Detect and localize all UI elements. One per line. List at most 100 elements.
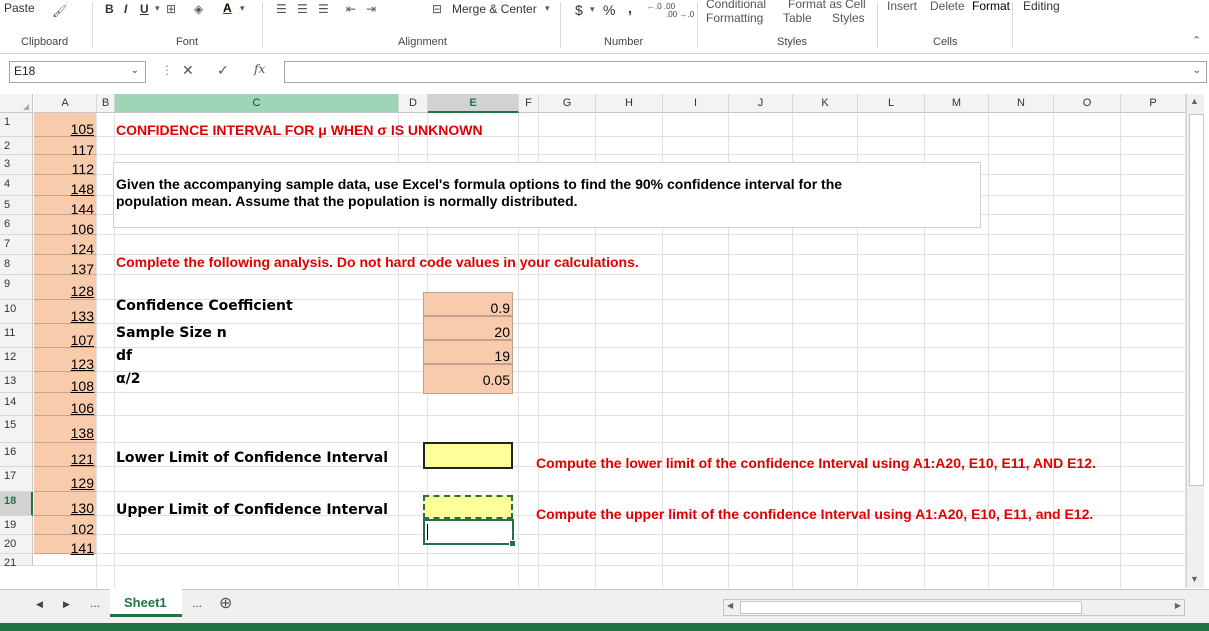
vertical-scroll-thumb[interactable] (1189, 114, 1204, 486)
cell-e12[interactable]: 0.05 (423, 364, 513, 394)
column-header-k[interactable]: K (793, 94, 858, 113)
align-left-icon[interactable]: ☰ (276, 2, 287, 16)
insert-function-icon[interactable]: fx (254, 62, 265, 76)
row-header-6[interactable]: 6 (0, 215, 33, 235)
cell-a7[interactable]: 124 (34, 235, 96, 257)
chevron-down-icon[interactable]: ▾ (590, 4, 595, 15)
chevron-down-icon[interactable]: ▾ (240, 3, 245, 14)
worksheet-grid[interactable]: ◢ ABCDEFGHIJKLMNOP 1 2 3 4 5 6 7 8 9 10 11 12 13 14 15… (0, 94, 1186, 588)
column-header-m[interactable]: M (925, 94, 989, 113)
column-header-d[interactable]: D (399, 94, 428, 113)
conditional-formatting-label1[interactable]: Conditional (706, 0, 766, 11)
cell-a17[interactable]: 129 (34, 467, 96, 492)
decrease-indent-icon[interactable]: ⇤ (346, 2, 356, 16)
column-header-f[interactable]: F (519, 94, 539, 113)
row-header-12[interactable]: 12 (0, 348, 33, 372)
column-header-p[interactable]: P (1121, 94, 1186, 113)
horizontal-scroll-thumb[interactable] (740, 601, 1082, 614)
percent-button[interactable]: % (603, 2, 615, 18)
column-header-j[interactable]: J (729, 94, 793, 113)
cell-a16[interactable]: 121 (34, 443, 96, 467)
merge-center-button[interactable]: Merge & Center (452, 2, 537, 16)
row-header-1[interactable]: 1 (0, 113, 33, 137)
horizontal-scrollbar[interactable]: ◀ ▶ (723, 599, 1185, 616)
row-header-20[interactable]: 20 (0, 535, 33, 554)
cell-a4[interactable]: 148 (34, 175, 96, 197)
delete-button[interactable]: Delete (930, 0, 965, 13)
align-right-icon[interactable]: ☰ (318, 2, 329, 16)
insert-button[interactable]: Insert (887, 0, 917, 13)
scroll-down-icon[interactable]: ▼ (1190, 574, 1199, 584)
column-header-c[interactable]: C (115, 94, 399, 113)
row-header-3[interactable]: 3 (0, 155, 33, 175)
cell-a15[interactable]: 138 (34, 416, 96, 443)
cell-e9[interactable]: 0.9 (423, 292, 513, 316)
column-header-e[interactable]: E (428, 94, 519, 113)
paste-button[interactable]: Paste (4, 1, 35, 15)
row-header-17[interactable]: 17 (0, 467, 33, 492)
active-cell-e18[interactable] (423, 519, 516, 547)
font-color-icon[interactable]: A (223, 1, 232, 15)
cell-a9[interactable]: 128 (34, 275, 96, 300)
cell-a20[interactable]: 141 (34, 535, 96, 556)
enter-icon[interactable]: ✓ (217, 62, 229, 79)
italic-button[interactable]: I (124, 2, 127, 16)
column-header-g[interactable]: G (539, 94, 596, 113)
cell-styles-label1[interactable]: Cell (845, 0, 866, 11)
row-header-19[interactable]: 19 (0, 516, 33, 535)
row-header-2[interactable]: 2 (0, 137, 33, 155)
cell-a11[interactable]: 107 (34, 324, 96, 348)
cell-a19[interactable]: 102 (34, 516, 96, 537)
column-header-h[interactable]: H (596, 94, 663, 113)
add-sheet-icon[interactable]: ⊕ (219, 593, 232, 613)
cell-e17-upper-limit-input[interactable] (423, 495, 513, 519)
row-header-5[interactable]: 5 (0, 196, 33, 215)
scroll-right-icon[interactable]: ▶ (1175, 601, 1181, 610)
name-box[interactable]: E18 ⌄ (9, 61, 146, 83)
cell-a3[interactable]: 112 (34, 155, 96, 177)
row-header-9[interactable]: 9 (0, 275, 33, 300)
row-header-16[interactable]: 16 (0, 443, 33, 467)
conditional-formatting-label2[interactable]: Formatting (706, 11, 763, 25)
fill-color-icon[interactable]: ◈ (194, 2, 203, 16)
comma-button[interactable]: , (628, 0, 632, 16)
scroll-tabs-left-icon[interactable]: ◀ (36, 599, 43, 610)
chevron-down-icon[interactable]: ▾ (155, 3, 160, 14)
column-header-i[interactable]: I (663, 94, 729, 113)
row-header-13[interactable]: 13 (0, 372, 33, 393)
cell-e11[interactable]: 19 (423, 340, 513, 364)
cell-a1[interactable]: 105 (34, 113, 96, 137)
merge-icon[interactable]: ⊟ (432, 2, 442, 16)
column-header-b[interactable]: B (97, 94, 115, 113)
cell-a12[interactable]: 123 (34, 348, 96, 372)
tabs-ellipsis-right[interactable]: ... (192, 596, 202, 610)
row-header-8[interactable]: 8 (0, 255, 33, 275)
cell-a13[interactable]: 108 (34, 372, 96, 394)
tabs-ellipsis-left[interactable]: ... (90, 596, 100, 610)
chevron-down-icon[interactable]: ⌄ (131, 65, 139, 76)
column-header-a[interactable]: A (34, 94, 97, 113)
cell-a18[interactable]: 130 (34, 492, 96, 516)
cell-styles-label2[interactable]: Styles (832, 11, 865, 25)
cancel-icon[interactable]: ✕ (182, 62, 194, 79)
tab-sheet1[interactable]: Sheet1 (110, 589, 182, 617)
row-header-18[interactable]: 18 (0, 492, 33, 516)
bold-button[interactable]: B (105, 2, 114, 16)
format-as-table-label2[interactable]: Table (783, 11, 812, 25)
align-center-icon[interactable]: ☰ (297, 2, 308, 16)
increase-indent-icon[interactable]: ⇥ (366, 2, 376, 16)
row-header-4[interactable]: 4 (0, 175, 33, 196)
cell-a5[interactable]: 144 (34, 196, 96, 217)
cell-a10[interactable]: 133 (34, 300, 96, 324)
column-header-l[interactable]: L (858, 94, 925, 113)
cell-a14[interactable]: 106 (34, 393, 96, 416)
row-header-15[interactable]: 15 (0, 416, 33, 443)
cell-a6[interactable]: 106 (34, 215, 96, 237)
row-header-7[interactable]: 7 (0, 235, 33, 255)
underline-button[interactable]: U (140, 2, 149, 16)
currency-button[interactable]: $ (575, 2, 583, 18)
row-header-11[interactable]: 11 (0, 324, 33, 348)
vertical-scrollbar[interactable]: ▲ ▼ (1186, 94, 1204, 588)
row-header-10[interactable]: 10 (0, 300, 33, 324)
fill-handle[interactable] (509, 540, 516, 547)
